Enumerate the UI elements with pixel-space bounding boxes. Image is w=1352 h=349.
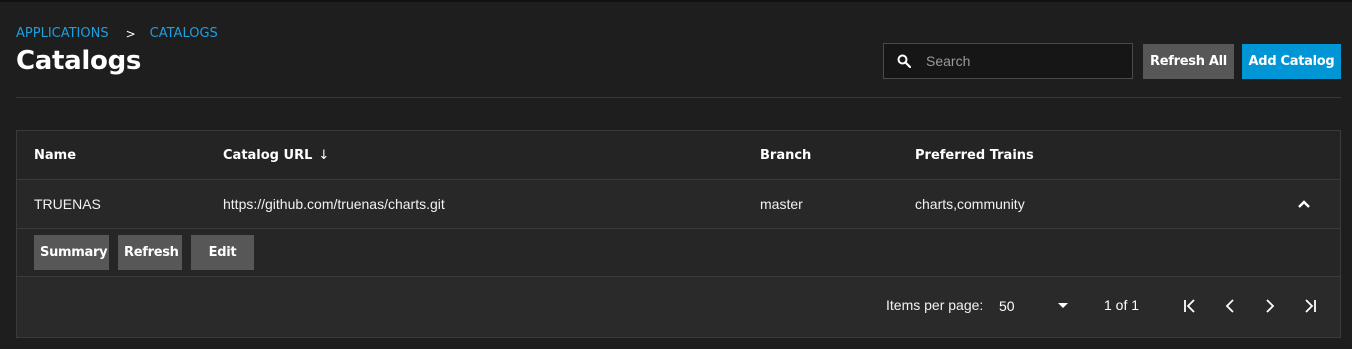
last-page-button[interactable] — [1295, 291, 1325, 321]
column-header-name[interactable]: Name — [34, 131, 76, 179]
refresh-all-button[interactable]: Refresh All — [1143, 44, 1234, 79]
cell-branch: master — [760, 196, 803, 212]
column-header-catalog-url-label: Catalog URL — [223, 147, 313, 163]
column-header-catalog-url[interactable]: Catalog URL ↓ — [223, 131, 329, 179]
chevron-up-icon — [1298, 200, 1310, 208]
next-page-button[interactable] — [1255, 291, 1285, 321]
table-header-row: Name Catalog URL ↓ Branch Preferred Trai… — [17, 131, 1340, 180]
breadcrumb-separator: > — [125, 26, 136, 41]
sort-descending-icon: ↓ — [318, 147, 330, 163]
previous-page-button[interactable] — [1215, 291, 1245, 321]
items-per-page-select[interactable]: 50 — [999, 291, 1069, 321]
breadcrumb-catalogs[interactable]: CATALOGS — [150, 26, 218, 41]
cell-preferred-trains: charts,community — [915, 196, 1025, 212]
dropdown-arrow-icon — [1058, 303, 1068, 308]
window-top-edge — [0, 0, 1352, 2]
edit-button[interactable]: Edit — [191, 235, 254, 270]
search-input[interactable] — [924, 52, 1132, 70]
refresh-button[interactable]: Refresh — [118, 235, 182, 270]
catalogs-table: Name Catalog URL ↓ Branch Preferred Trai… — [16, 130, 1341, 338]
paginator: Items per page: 50 1 of 1 — [17, 277, 1340, 337]
first-page-icon — [1184, 299, 1195, 313]
table-row[interactable]: TRUENAS https://github.com/truenas/chart… — [17, 180, 1340, 229]
search-icon — [884, 54, 924, 68]
items-per-page-value: 50 — [999, 298, 1015, 314]
last-page-icon — [1305, 299, 1316, 313]
column-header-branch[interactable]: Branch — [760, 131, 811, 179]
items-per-page-label: Items per page: — [886, 297, 984, 313]
collapse-row-toggle[interactable] — [1287, 180, 1321, 228]
summary-button[interactable]: Summary — [34, 235, 109, 270]
row-actions: Summary Refresh Edit — [17, 229, 1340, 277]
column-header-preferred-trains[interactable]: Preferred Trains — [915, 131, 1034, 179]
chevron-right-icon — [1266, 299, 1275, 313]
cell-catalog-url: https://github.com/truenas/charts.git — [223, 196, 445, 212]
chevron-left-icon — [1225, 299, 1234, 313]
search-field[interactable] — [883, 43, 1133, 79]
breadcrumb: APPLICATIONS > CATALOGS — [16, 26, 218, 41]
cell-name: TRUENAS — [34, 196, 101, 212]
add-catalog-button[interactable]: Add Catalog — [1242, 44, 1341, 79]
breadcrumb-applications[interactable]: APPLICATIONS — [16, 26, 109, 41]
page-range: 1 of 1 — [1104, 297, 1140, 313]
first-page-button[interactable] — [1175, 291, 1205, 321]
header-divider — [16, 97, 1341, 98]
page-title: Catalogs — [16, 46, 142, 76]
